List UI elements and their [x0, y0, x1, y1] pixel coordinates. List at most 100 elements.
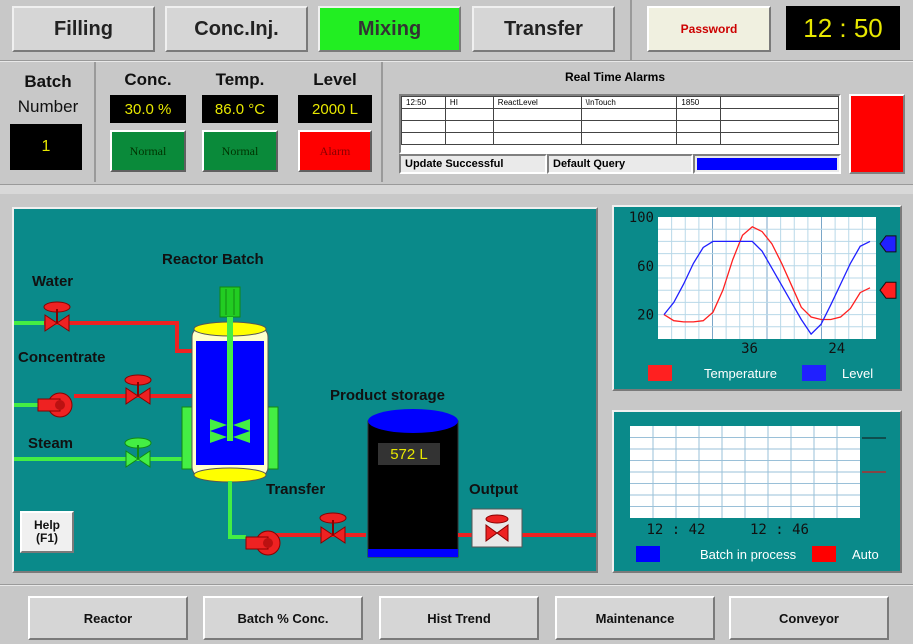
realtime-trend-chart[interactable]: 100 60 20 36 24: [614, 207, 900, 389]
batch-trend-panel: 12 : 42 12 : 46 Batch in process Auto: [612, 410, 902, 573]
y-tick-label: 60: [637, 259, 654, 275]
steam-valve-icon[interactable]: [124, 437, 152, 468]
x-tick-label: 36: [741, 341, 758, 357]
alarm-cell: [580, 132, 678, 145]
legend-level-swatch: [802, 365, 826, 381]
water-valve-icon[interactable]: [43, 301, 71, 332]
tab-transfer[interactable]: Transfer: [472, 6, 615, 52]
legend-batch-swatch: [636, 546, 660, 562]
output-label: Output: [469, 481, 519, 498]
maintenance-button[interactable]: Maintenance: [555, 596, 715, 640]
storage-label: Product storage: [330, 387, 446, 404]
alarm-cell: [492, 132, 582, 145]
alarm-row[interactable]: [401, 132, 839, 145]
alarms-table[interactable]: 12:50 HI ReactLevel \InTouch 1850: [399, 94, 841, 154]
batch-subtitle: Number: [17, 97, 79, 116]
concentrate-pump-icon[interactable]: [37, 392, 73, 418]
alarm-indicator: [849, 94, 905, 174]
alarm-row[interactable]: 12:50 HI ReactLevel \InTouch 1850: [401, 96, 839, 109]
y-tick-label: 100: [629, 210, 654, 226]
legend-temperature-label: Temperature: [704, 366, 777, 381]
clock-display: 12 : 50: [786, 6, 900, 50]
alarm-cell: [444, 108, 494, 121]
batch-conc-button[interactable]: Batch % Conc.: [203, 596, 363, 640]
alarm-cell: [401, 120, 446, 133]
conc-label: Conc.: [124, 70, 172, 89]
legend-auto-swatch: [812, 546, 836, 562]
level-label: Level: [313, 70, 357, 89]
password-button[interactable]: Password: [647, 6, 771, 52]
alarm-status-text: Update Successful: [399, 154, 547, 174]
concentrate-label: Concentrate: [18, 349, 106, 366]
alarm-cell: HI: [444, 96, 494, 109]
value-pointer-icon: [879, 281, 897, 299]
alarm-cell: [580, 120, 678, 133]
storage-tank-icon[interactable]: [367, 409, 459, 558]
alarm-cell: [676, 108, 722, 121]
temp-value: 86.0 °C: [202, 95, 278, 123]
water-pipe-to-reactor: [175, 323, 194, 353]
readings-section: Conc. 30.0 % Normal Temp. 86.0 °C Normal…: [98, 62, 383, 182]
tab-conc-inj[interactable]: Conc.Inj.: [165, 6, 308, 52]
output-valve-icon[interactable]: [471, 508, 523, 548]
legend-level-label: Level: [842, 366, 874, 381]
tab-filling[interactable]: Filling: [12, 6, 155, 52]
x-tick-label: 24: [828, 341, 845, 357]
conveyor-button[interactable]: Conveyor: [729, 596, 889, 640]
help-shortcut: (F1): [36, 531, 58, 545]
help-button[interactable]: Help (F1): [20, 511, 74, 553]
legend-batch-label: Batch in process: [700, 547, 797, 562]
alarm-cell: [676, 132, 722, 145]
storage-level-display: 572 L: [378, 443, 440, 465]
alarm-cell: \InTouch: [580, 96, 678, 109]
x-tick-label: 12 : 46: [750, 522, 809, 538]
alarm-query-text: Default Query: [547, 154, 693, 174]
transfer-pump-icon[interactable]: [245, 530, 281, 556]
reactor-button[interactable]: Reactor: [28, 596, 188, 640]
alarm-query-bar: [693, 154, 841, 174]
transfer-valve-icon[interactable]: [319, 512, 347, 544]
batch-section: Batch Number 1: [0, 62, 96, 182]
value-pointer-icon: [879, 235, 897, 253]
tab-mixing[interactable]: Mixing: [318, 6, 461, 52]
water-label: Water: [32, 273, 74, 290]
footer-divider: [0, 584, 913, 586]
x-tick-label: 12 : 42: [646, 522, 705, 538]
alarm-cell: [720, 96, 839, 109]
temp-status: Normal: [202, 130, 278, 172]
alarm-cell: 12:50: [401, 96, 446, 109]
batch-number-display: 1: [10, 124, 82, 170]
alarms-title: Real Time Alarms: [564, 70, 666, 84]
conc-status: Normal: [110, 130, 186, 172]
legend-auto-label: Auto: [852, 547, 879, 562]
alarm-cell: [444, 120, 494, 133]
reactor-vessel-icon[interactable]: [181, 286, 279, 483]
transfer-label: Transfer: [266, 481, 326, 498]
level-status: Alarm: [298, 130, 372, 172]
alarm-cell: [492, 108, 582, 121]
legend-temperature-swatch: [648, 365, 672, 381]
y-tick-label: 20: [637, 308, 654, 324]
alarm-row[interactable]: [401, 120, 839, 133]
alarm-cell: [492, 120, 582, 133]
alarm-cell: [401, 132, 446, 145]
realtime-trend-panel: 100 60 20 36 24 Temperature Level: [612, 205, 902, 391]
alarm-cell: [720, 108, 839, 121]
concentrate-valve-icon[interactable]: [124, 374, 152, 405]
transfer-pipe: [228, 481, 246, 539]
temp-label: Temp.: [215, 70, 265, 89]
alarm-cell: [580, 108, 678, 121]
batch-title: Batch: [24, 72, 72, 91]
alarm-cell: [720, 132, 839, 145]
alarm-cell: ReactLevel: [492, 96, 582, 109]
alarm-cell: [676, 120, 722, 133]
hist-trend-button[interactable]: Hist Trend: [379, 596, 539, 640]
reactor-label: Reactor Batch: [162, 251, 264, 268]
status-divider: [0, 184, 913, 194]
alarm-row[interactable]: [401, 108, 839, 121]
level-value: 2000 L: [298, 95, 372, 123]
alarm-cell: [401, 108, 446, 121]
alarm-cell: 1850: [676, 96, 722, 109]
alarms-section: Real Time Alarms 12:50 HI ReactLevel \InTou…: [385, 62, 913, 182]
conc-value: 30.0 %: [110, 95, 186, 123]
